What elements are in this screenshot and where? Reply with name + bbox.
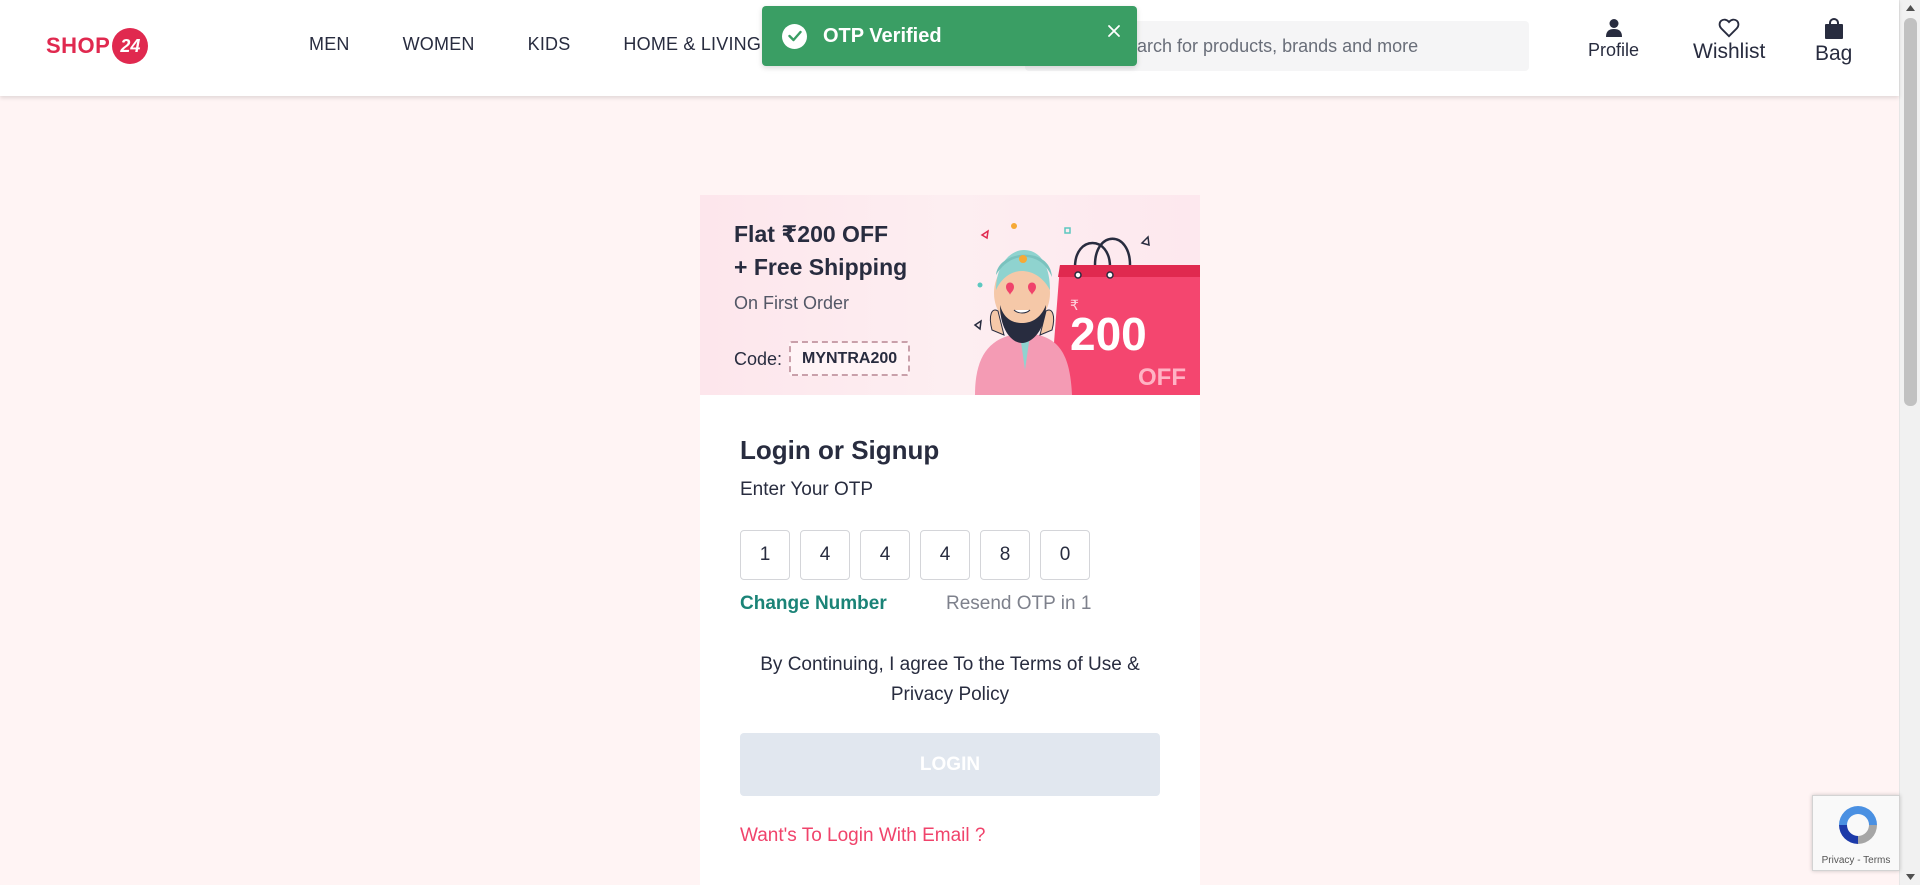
otp-digit-2[interactable]: 4 bbox=[800, 530, 850, 580]
banner-headline: Flat ₹200 OFF bbox=[734, 221, 889, 247]
banner-subtitle: On First Order bbox=[734, 293, 850, 313]
close-icon[interactable] bbox=[1105, 22, 1123, 40]
toast-message: OTP Verified bbox=[823, 24, 942, 47]
bag-icon bbox=[1824, 18, 1843, 39]
login-card: Flat ₹200 OFF + Free Shipping On First O… bbox=[700, 195, 1200, 885]
coupon-code[interactable]: MYNTRA200 bbox=[789, 341, 911, 376]
shop24-logo[interactable]: SHOP 24 bbox=[46, 28, 149, 64]
art-off: OFF bbox=[1138, 364, 1186, 391]
offer-banner: Flat ₹200 OFF + Free Shipping On First O… bbox=[700, 195, 1200, 395]
nav-item-kids[interactable]: KIDS bbox=[528, 34, 571, 55]
heart-icon bbox=[1718, 18, 1740, 38]
coupon-code-label: Code: bbox=[734, 349, 783, 369]
bag-label: Bag bbox=[1815, 42, 1853, 65]
check-circle-icon bbox=[782, 23, 807, 49]
wishlist-button[interactable]: Wishlist bbox=[1693, 18, 1765, 64]
page-scrollbar[interactable] bbox=[1899, 0, 1920, 885]
logo-badge: 24 bbox=[112, 28, 149, 64]
change-number-link[interactable]: Change Number bbox=[740, 593, 887, 615]
otp-input-group: 1 4 4 4 8 0 bbox=[740, 530, 1100, 580]
nav-item-men[interactable]: MEN bbox=[309, 34, 350, 55]
bag-button[interactable]: Bag bbox=[1815, 18, 1852, 66]
otp-digit-1[interactable]: 1 bbox=[740, 530, 790, 580]
recaptcha-privacy-terms[interactable]: Privacy - Terms bbox=[1813, 855, 1899, 866]
art-amount: 200 bbox=[1070, 308, 1147, 360]
banner-shipping: + Free Shipping bbox=[734, 254, 908, 280]
offer-illustration: ₹ 200 OFF bbox=[973, 223, 1200, 395]
main-nav: MEN WOMEN KIDS HOME & LIVING bbox=[309, 34, 814, 55]
scrollbar-thumb[interactable] bbox=[1904, 18, 1917, 406]
login-with-email-link[interactable]: Want's To Login With Email ? bbox=[740, 825, 985, 847]
otp-digit-5[interactable]: 8 bbox=[980, 530, 1030, 580]
scroll-down-arrow-icon[interactable] bbox=[1905, 872, 1916, 882]
recaptcha-icon bbox=[1839, 806, 1877, 844]
otp-prompt: Enter Your OTP bbox=[740, 479, 874, 500]
otp-digit-3[interactable]: 4 bbox=[860, 530, 910, 580]
login-button[interactable]: LOGIN bbox=[740, 733, 1160, 796]
logo-text: SHOP bbox=[46, 33, 111, 58]
otp-digit-4[interactable]: 4 bbox=[920, 530, 970, 580]
wishlist-label: Wishlist bbox=[1693, 40, 1766, 63]
otp-digit-6[interactable]: 0 bbox=[1040, 530, 1090, 580]
profile-icon bbox=[1605, 19, 1622, 37]
profile-label: Profile bbox=[1588, 40, 1640, 60]
nav-item-women[interactable]: WOMEN bbox=[403, 34, 475, 55]
terms-text: By Continuing, I agree To the Terms of U… bbox=[760, 654, 1140, 705]
scroll-up-arrow-icon[interactable] bbox=[1905, 3, 1916, 13]
profile-button[interactable]: Profile bbox=[1588, 18, 1639, 61]
otp-verified-toast: OTP Verified bbox=[762, 6, 1137, 66]
nav-item-home-living[interactable]: HOME & LIVING bbox=[623, 34, 761, 55]
resend-otp-timer: Resend OTP in 1 bbox=[946, 593, 1092, 614]
login-title: Login or Signup bbox=[740, 435, 940, 465]
recaptcha-badge[interactable]: Privacy - Terms bbox=[1812, 795, 1900, 871]
